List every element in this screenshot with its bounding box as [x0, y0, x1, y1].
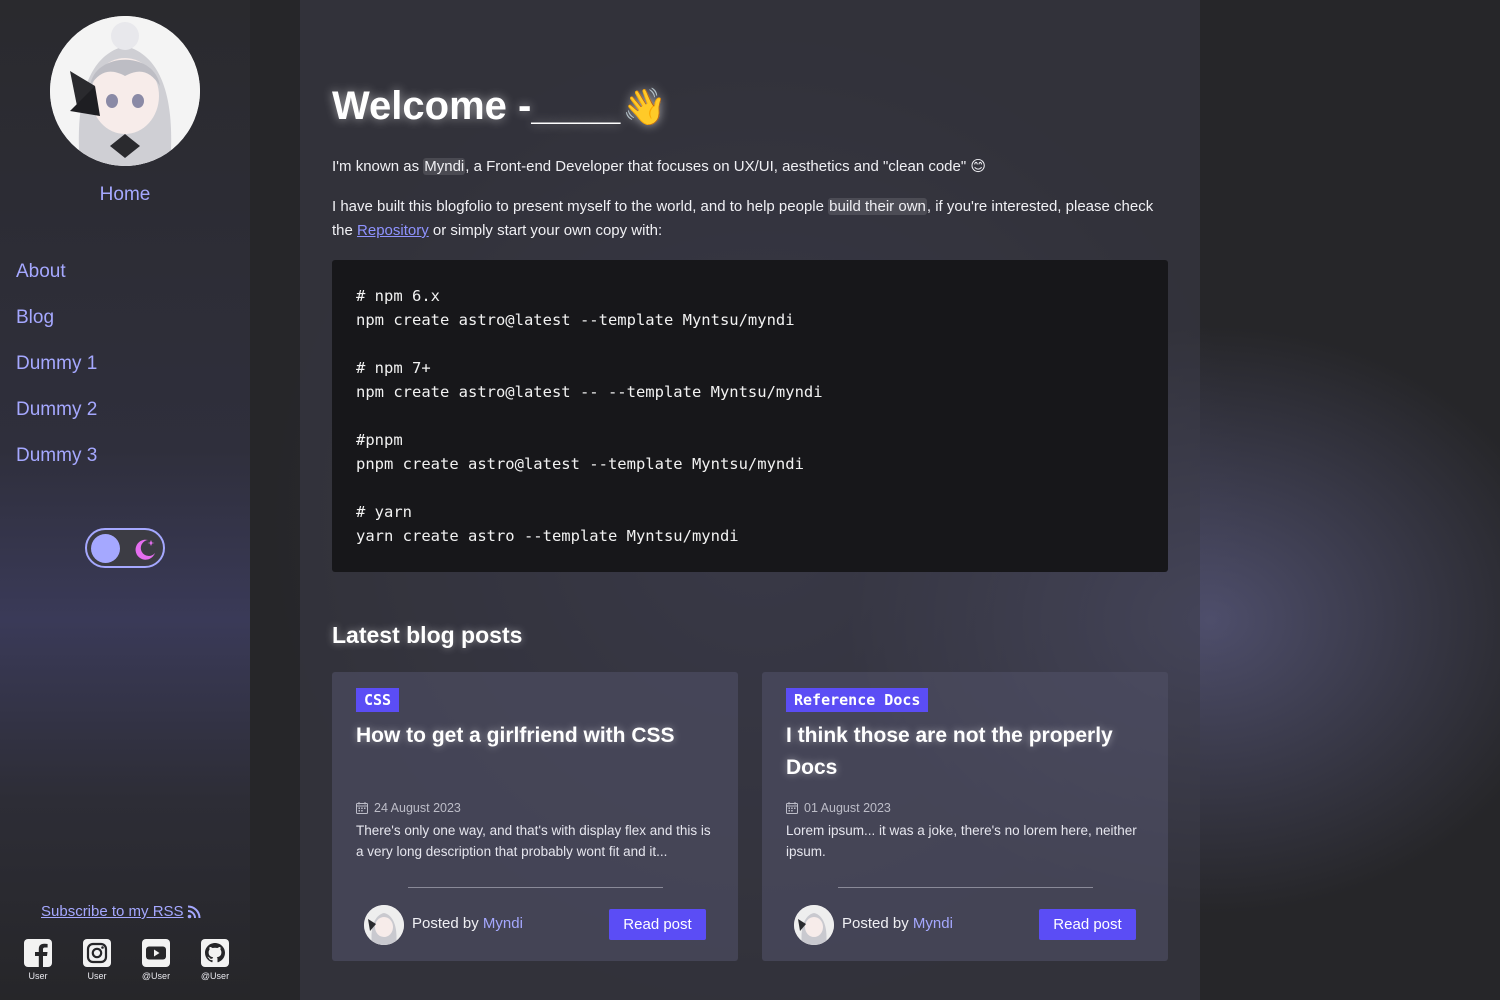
divider	[838, 887, 1093, 888]
nav-item-blog[interactable]: Blog	[16, 306, 97, 352]
blog-post-card: Reference Docs I think those are not the…	[762, 672, 1168, 961]
author-link[interactable]: Myndi	[483, 915, 523, 932]
blog-post-card: CSS How to get a girlfriend with CSS 24 …	[332, 672, 738, 961]
facebook-icon	[24, 939, 52, 967]
social-label: @User	[141, 971, 171, 981]
post-tag[interactable]: CSS	[356, 688, 400, 712]
install-code-block[interactable]: # npm 6.x npm create astro@latest --temp…	[332, 260, 1168, 572]
divider	[408, 887, 663, 888]
profile-avatar[interactable]	[50, 16, 200, 166]
post-title[interactable]: I think those are not the properly Docs	[786, 720, 1136, 784]
post-tag[interactable]: Reference Docs	[786, 688, 929, 712]
posted-by: Posted by Myndi	[412, 915, 523, 932]
nav-item-dummy-3[interactable]: Dummy 3	[16, 444, 97, 490]
build-highlight: build their own	[828, 198, 927, 215]
rss-link[interactable]: Subscribe to my RSS	[41, 903, 201, 920]
post-description: There's only one way, and that's with di…	[356, 823, 711, 859]
author-link[interactable]: Myndi	[913, 915, 953, 932]
intro-paragraph-1: I'm known as Myndi, a Front-end Develope…	[332, 155, 1168, 179]
home-link[interactable]: Home	[0, 184, 250, 206]
post-description: Lorem ipsum... it was a joke, there's no…	[786, 823, 1137, 859]
author-avatar	[364, 905, 404, 945]
intro-text: or simply start your own copy with:	[428, 222, 663, 239]
wave-icon: 👋	[622, 85, 668, 127]
main-content: Welcome -____ 👋 I'm known as Myndi, a Fr…	[300, 0, 1200, 1000]
github-icon	[201, 939, 229, 967]
social-label: User	[87, 971, 107, 981]
social-github[interactable]: @User	[197, 938, 233, 981]
welcome-text: Welcome -____	[332, 84, 621, 128]
youtube-icon	[142, 939, 170, 967]
intro-paragraph-2: I have built this blogfolio to present m…	[332, 195, 1168, 243]
social-label: User	[28, 971, 48, 981]
intro-text: , a Front-end Developer that focuses on …	[465, 158, 971, 175]
instagram-icon	[83, 939, 111, 967]
posted-by: Posted by Myndi	[842, 915, 953, 932]
toggle-knob	[91, 534, 120, 563]
page-title: Welcome -____ 👋	[332, 84, 667, 129]
latest-posts-heading: Latest blog posts	[332, 622, 523, 648]
post-title[interactable]: How to get a girlfriend with CSS	[356, 720, 706, 752]
posted-by-label: Posted by	[412, 915, 483, 932]
post-date-text: 01 August 2023	[804, 801, 891, 815]
sidebar-nav: About Blog Dummy 1 Dummy 2 Dummy 3	[16, 260, 97, 490]
smile-icon: 😊	[970, 158, 986, 175]
calendar-icon	[356, 802, 368, 814]
social-label: @User	[200, 971, 230, 981]
nav-item-dummy-1[interactable]: Dummy 1	[16, 352, 97, 398]
nav-item-dummy-2[interactable]: Dummy 2	[16, 398, 97, 444]
calendar-icon	[786, 802, 798, 814]
social-facebook[interactable]: User	[20, 938, 56, 981]
social-links: User User @User @User	[20, 938, 233, 981]
moon-icon	[135, 539, 155, 560]
posted-by-label: Posted by	[842, 915, 913, 932]
repository-link[interactable]: Repository	[357, 222, 429, 239]
rss-label: Subscribe to my RSS	[41, 903, 184, 920]
sidebar: Home About Blog Dummy 1 Dummy 2 Dummy 3 …	[0, 0, 250, 1000]
social-instagram[interactable]: User	[79, 938, 115, 981]
read-post-button[interactable]: Read post	[609, 909, 706, 940]
nav-item-about[interactable]: About	[16, 260, 97, 306]
post-date: 24 August 2023	[356, 801, 461, 815]
intro-text: I'm known as	[332, 158, 424, 175]
theme-toggle[interactable]	[85, 528, 165, 568]
social-youtube[interactable]: @User	[138, 938, 174, 981]
author-name-highlight: Myndi	[423, 158, 466, 175]
author-avatar	[794, 905, 834, 945]
post-date-text: 24 August 2023	[374, 801, 461, 815]
read-post-button[interactable]: Read post	[1039, 909, 1136, 940]
post-date: 01 August 2023	[786, 801, 891, 815]
rss-icon	[187, 905, 201, 918]
intro-text: I have built this blogfolio to present m…	[332, 198, 829, 215]
